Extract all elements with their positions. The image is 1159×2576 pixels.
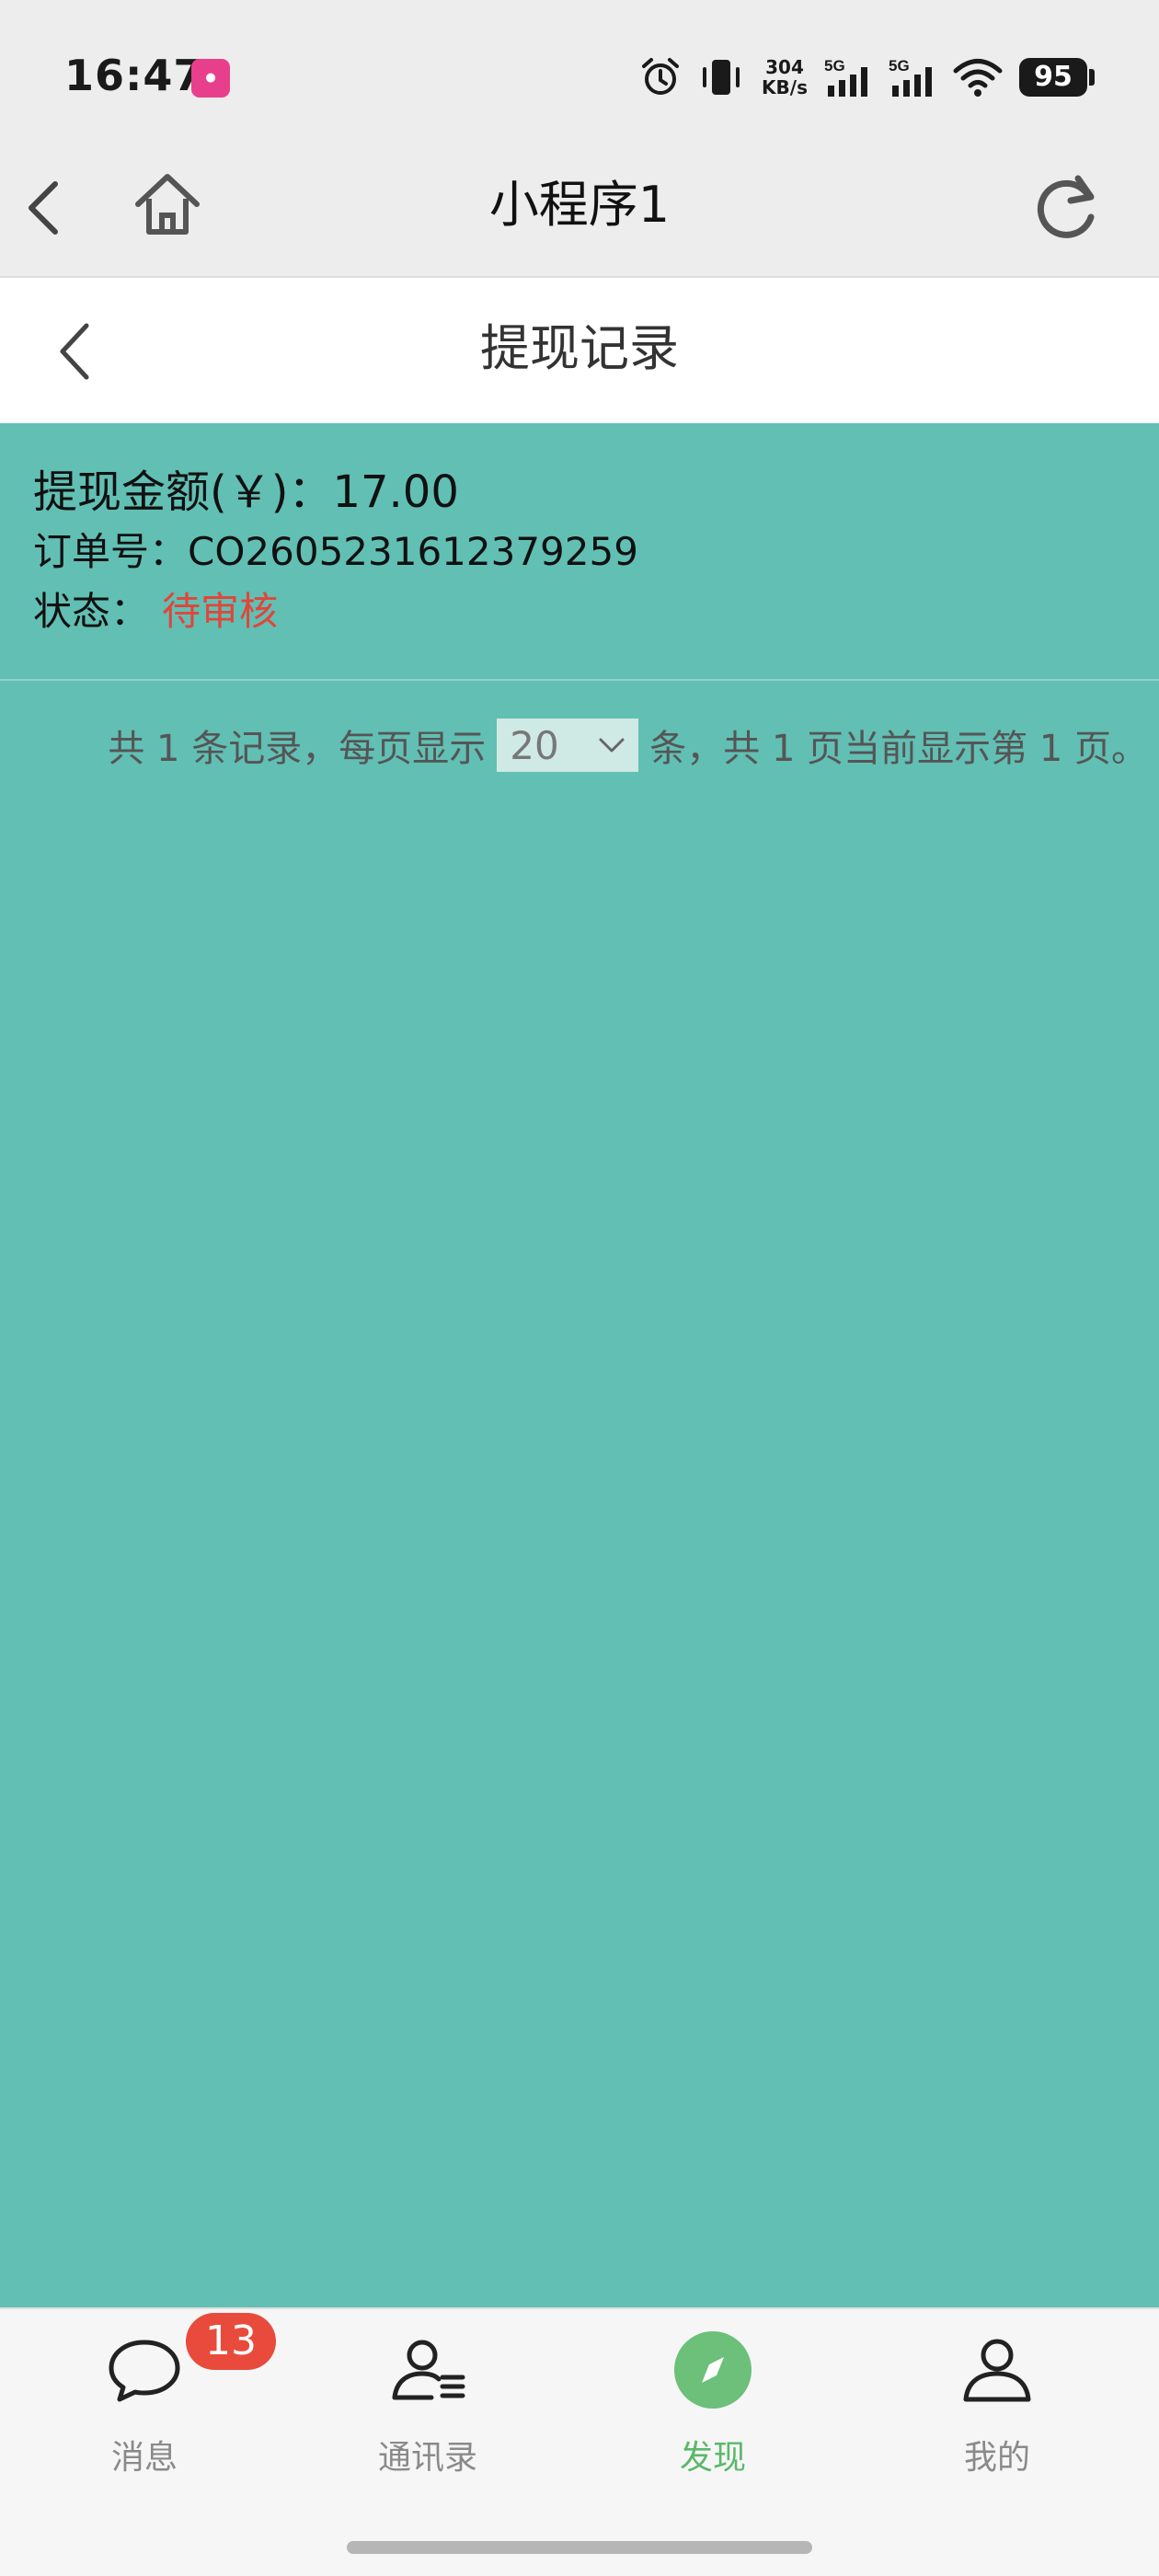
signal-5g-icon: 5G <box>824 57 867 97</box>
unread-count-badge: 13 <box>186 2313 276 2370</box>
signal-5g-icon: 5G <box>889 57 932 97</box>
network-type-label: 5G <box>824 57 845 75</box>
net-speed: 304 KB/s <box>762 57 808 98</box>
battery-level: 95 <box>1019 58 1087 97</box>
pagination-info: 共 1 条记录，每页显示 20 条，共 1 页当前显示第 1 页。 <box>0 713 1159 777</box>
status-icons: 304 KB/s 5G 5G 95 <box>640 52 1095 103</box>
order-label: 订单号： <box>33 529 189 574</box>
tab-label: 消息 <box>110 2439 178 2477</box>
pagination-text-before: 共 1 条记录，每页显示 <box>108 728 487 770</box>
tab-contacts[interactable]: 通讯录 <box>336 2328 520 2493</box>
tab-me[interactable]: 我的 <box>905 2328 1089 2493</box>
record-amount: 提现金额(￥)：17.00 <box>33 460 459 524</box>
net-speed-unit: KB/s <box>762 76 808 98</box>
mini-program-title: 小程序1 <box>488 176 671 234</box>
page-size-value: 20 <box>510 722 559 768</box>
net-speed-value: 304 <box>765 56 804 78</box>
battery-tip <box>1089 69 1095 86</box>
person-icon <box>963 2339 1031 2402</box>
vibrate-icon <box>703 60 740 95</box>
chat-bubble-icon <box>109 2340 180 2402</box>
withdrawal-record-item: 提现金额(￥)：17.00 订单号：CO2605231612379259 状态：… <box>0 423 1159 681</box>
tab-discover[interactable]: 发现 <box>621 2328 805 2493</box>
chevron-down-icon <box>599 738 625 753</box>
order-number: CO2605231612379259 <box>188 529 638 574</box>
tab-label: 我的 <box>963 2439 1030 2477</box>
app-notification-icon: ● <box>191 59 230 98</box>
tab-label: 通讯录 <box>377 2439 477 2477</box>
page-title: 提现记录 <box>480 319 679 377</box>
compass-icon <box>674 2331 752 2409</box>
contacts-icon <box>392 2340 465 2400</box>
wifi-icon <box>953 59 1003 97</box>
alarm-icon <box>642 58 680 95</box>
home-indicator[interactable] <box>347 2541 812 2554</box>
network-type-label: 5G <box>889 57 910 75</box>
record-order: 订单号：CO2605231612379259 <box>33 524 638 580</box>
battery-indicator: 95 <box>1019 58 1095 97</box>
record-status: 状态： 待审核 <box>33 584 278 639</box>
refresh-icon[interactable] <box>1028 169 1106 247</box>
amount-value: 17.00 <box>332 466 459 518</box>
tab-label: 发现 <box>679 2439 746 2477</box>
pagination-text-after: 条，共 1 页当前显示第 1 页。 <box>649 728 1148 770</box>
status-time: 16:47 <box>64 51 204 100</box>
amount-label: 提现金额(￥)： <box>33 466 333 518</box>
page-size-select[interactable]: 20 <box>497 719 639 772</box>
status-label: 状态： <box>33 589 150 634</box>
status-badge: 待审核 <box>162 589 279 634</box>
